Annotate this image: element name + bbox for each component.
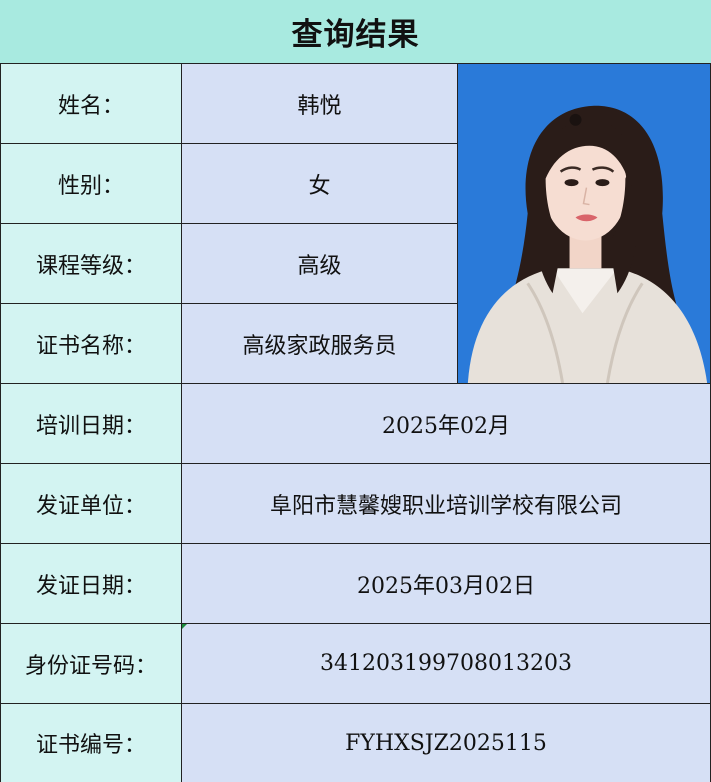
course-level-label: 课程等级： [0,224,182,304]
result-page: 查询结果 姓名： 韩悦 性别： 女 课程等级： 高级 证书名称： 高级家政服务员… [0,0,711,782]
certificate-name-label: 证书名称： [0,304,182,384]
id-number-label: 身份证号码： [0,624,182,704]
training-date-label: 培训日期： [0,384,182,464]
issue-date-label: 发证日期： [0,544,182,624]
issuer-value: 阜阳市慧馨嫂职业培训学校有限公司 [182,464,711,544]
gender-value: 女 [182,144,458,224]
name-label: 姓名： [0,64,182,144]
name-value: 韩悦 [182,64,458,144]
course-level-value: 高级 [182,224,458,304]
id-number-value: 341203199708013203 [182,624,711,704]
certificate-name-value: 高级家政服务员 [182,304,458,384]
issue-date-value: 2025年03月02日 [182,544,711,624]
issuer-label: 发证单位： [0,464,182,544]
certificate-number-label: 证书编号： [0,704,182,782]
portrait-photo-icon [458,64,710,383]
portrait-photo [458,64,711,384]
certificate-number-value: FYHXSJZ2025115 [182,704,711,782]
gender-label: 性别： [0,144,182,224]
result-table: 姓名： 韩悦 性别： 女 课程等级： 高级 证书名称： 高级家政服务员 培训日期… [0,64,711,782]
training-date-value: 2025年02月 [182,384,711,464]
cell-comment-marker [182,624,187,629]
page-title: 查询结果 [0,0,711,64]
